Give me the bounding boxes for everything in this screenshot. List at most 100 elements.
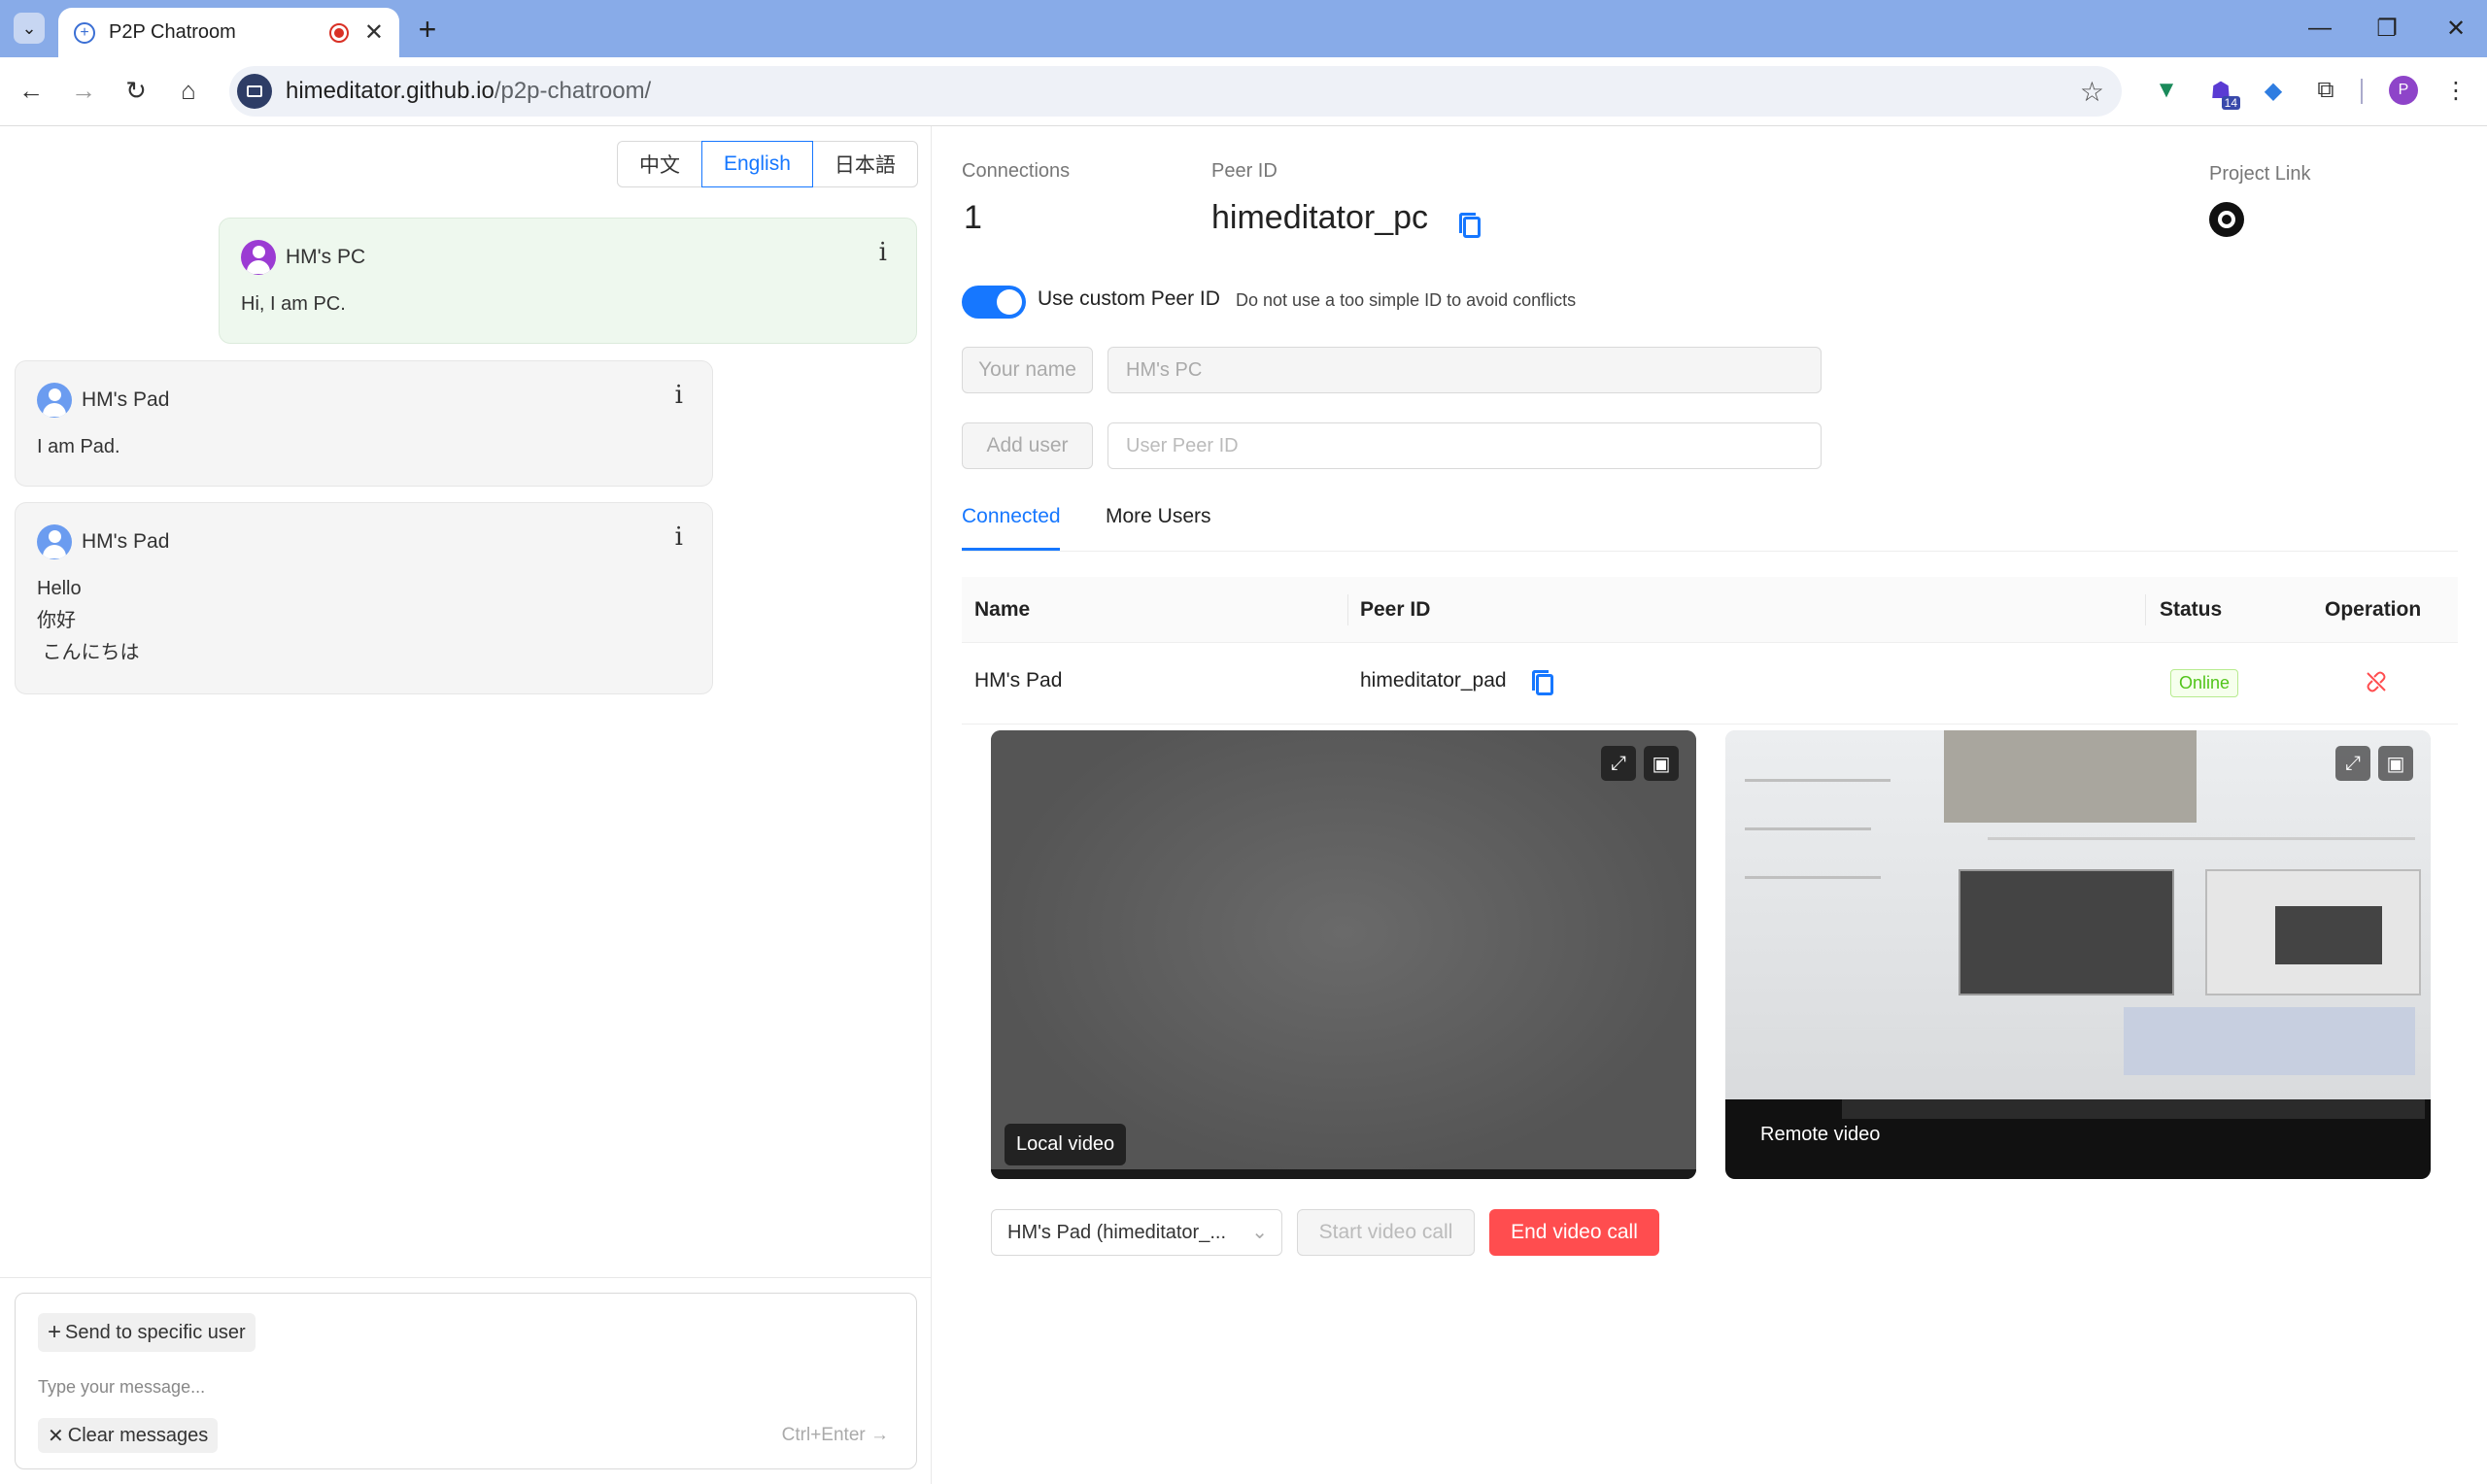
- close-tab-icon[interactable]: ✕: [364, 18, 384, 47]
- start-video-call-button[interactable]: Start video call: [1297, 1209, 1475, 1256]
- message-sender: HM's PC: [286, 246, 366, 268]
- recording-icon: [328, 22, 349, 43]
- message-info-icon[interactable]: i: [675, 523, 683, 552]
- send-shortcut-label: Ctrl+Enter: [781, 1425, 866, 1445]
- name-input[interactable]: HM's PC: [1107, 347, 1822, 393]
- forward-button[interactable]: →: [64, 71, 103, 110]
- layers-extension-icon[interactable]: ◆: [2254, 71, 2293, 110]
- restore-button[interactable]: ❐: [2368, 12, 2406, 45]
- disconnect-icon[interactable]: [2366, 671, 2387, 692]
- message-info-icon[interactable]: i: [879, 238, 887, 267]
- reload-button[interactable]: ↻: [117, 71, 155, 110]
- table-header: Name Peer ID Status Operation: [962, 577, 2458, 643]
- connections-label: Connections: [962, 160, 1071, 182]
- user-peer-id-input[interactable]: User Peer ID: [1107, 422, 1822, 469]
- user-avatar-icon: [37, 383, 72, 418]
- github-icon[interactable]: [2209, 202, 2244, 237]
- table-row: HM's Pad himeditator_pad Online: [962, 643, 2458, 725]
- clear-messages-button[interactable]: ✕ Clear messages: [38, 1418, 219, 1453]
- browser-tab[interactable]: + P2P Chatroom ✕: [58, 8, 399, 57]
- url-path: /p2p-chatroom/: [494, 78, 652, 104]
- address-bar[interactable]: himeditator.github.io/p2p-chatroom/ ☆: [229, 66, 2122, 117]
- tab-search-button[interactable]: ⌄: [14, 13, 45, 44]
- message-line: こんにちは: [37, 642, 140, 663]
- extensions-puzzle-icon[interactable]: ⧉: [2306, 71, 2345, 110]
- snapshot-image-icon[interactable]: ▣: [2378, 746, 2413, 781]
- tab-connected[interactable]: Connected: [962, 505, 1061, 528]
- arrow-right-icon: →: [870, 1425, 889, 1445]
- lang-en-button[interactable]: English: [701, 141, 813, 187]
- your-name-button[interactable]: Your name: [962, 347, 1093, 393]
- tab-more-users[interactable]: More Users: [1106, 505, 1211, 528]
- composer-divider: [0, 1277, 932, 1278]
- column-header-status: Status: [2160, 598, 2223, 621]
- chat-message: HM's Pad i I am Pad.: [15, 360, 713, 487]
- copy-icon[interactable]: [1459, 213, 1481, 238]
- message-info-icon[interactable]: i: [675, 381, 683, 410]
- lang-ja-button[interactable]: 日本語: [811, 141, 918, 187]
- column-header-name: Name: [974, 598, 1031, 621]
- profile-avatar[interactable]: P: [2384, 71, 2423, 110]
- profile-initial: P: [2389, 76, 2418, 105]
- video-peer-select[interactable]: HM's Pad (himeditator_... ⌄: [991, 1209, 1282, 1256]
- user-avatar-icon: [37, 524, 72, 559]
- peer-id-value: himeditator_pc: [1211, 199, 1429, 236]
- toolbar-divider: [2361, 79, 2363, 104]
- row-name: HM's Pad: [974, 669, 1063, 691]
- fullscreen-icon[interactable]: ⤢: [1601, 746, 1636, 781]
- message-text: Hi, I am PC.: [241, 293, 346, 315]
- clear-messages-label: Clear messages: [67, 1424, 209, 1446]
- home-icon[interactable]: ⌂: [169, 71, 208, 110]
- column-separator: [1347, 594, 1348, 625]
- toggle-hint: Do not use a too simple ID to avoid conf…: [1236, 290, 1577, 310]
- local-video: ⤢ ▣ Local video: [991, 730, 1696, 1179]
- browser-tab-strip: ⌄ + P2P Chatroom ✕ + — ❐ ✕: [0, 0, 2487, 57]
- fullscreen-icon[interactable]: ⤢: [2335, 746, 2370, 781]
- extension-icon[interactable]: ☗ 14: [2201, 71, 2240, 110]
- close-icon: ✕: [48, 1425, 64, 1447]
- menu-kebab-icon[interactable]: ⋮: [2436, 71, 2475, 110]
- send-to-specific-user-button[interactable]: + Send to specific user: [38, 1313, 256, 1352]
- toggle-label: Use custom Peer ID: [1038, 287, 1220, 310]
- message-composer: + Send to specific user Type your message…: [15, 1293, 917, 1469]
- message-sender: HM's Pad: [82, 530, 170, 553]
- send-specific-label: Send to specific user: [65, 1321, 246, 1343]
- lang-zh-button[interactable]: 中文: [617, 141, 702, 187]
- copy-icon[interactable]: [1532, 670, 1553, 695]
- close-window-button[interactable]: ✕: [2436, 12, 2475, 45]
- language-switcher: 中文 English 日本語: [617, 141, 918, 187]
- tab-title: P2P Chatroom: [109, 21, 236, 43]
- minimize-button[interactable]: —: [2300, 12, 2339, 45]
- site-favicon-icon: +: [74, 21, 95, 44]
- column-separator: [2145, 594, 2146, 625]
- chevron-down-icon: ⌄: [1251, 1222, 1268, 1243]
- site-info-icon[interactable]: [237, 74, 272, 109]
- add-user-button[interactable]: Add user: [962, 422, 1093, 469]
- user-avatar-icon: [241, 240, 276, 275]
- send-hint[interactable]: Ctrl+Enter →: [782, 1425, 889, 1446]
- message-input[interactable]: Type your message...: [38, 1377, 205, 1398]
- bookmark-star-icon[interactable]: ☆: [2080, 76, 2104, 108]
- message-text: I am Pad.: [37, 436, 120, 457]
- message-line: Hello: [37, 578, 82, 599]
- vue-devtools-icon[interactable]: ▼: [2147, 71, 2186, 110]
- active-tab-indicator: [962, 548, 1060, 551]
- url-host: himeditator.github.io: [286, 78, 494, 104]
- snapshot-image-icon[interactable]: ▣: [1644, 746, 1679, 781]
- custom-peer-id-toggle[interactable]: [962, 286, 1026, 319]
- remote-video-label: Remote video: [1760, 1124, 1881, 1145]
- chat-message: HM's PC i Hi, I am PC.: [219, 218, 917, 344]
- column-header-peer-id: Peer ID: [1360, 598, 1431, 621]
- column-header-operation: Operation: [2325, 598, 2422, 621]
- new-tab-button[interactable]: +: [408, 10, 447, 49]
- browser-toolbar: ← → ↻ ⌂ himeditator.github.io/p2p-chatro…: [0, 57, 2487, 126]
- connections-count: 1: [964, 199, 982, 236]
- status-badge: Online: [2170, 669, 2239, 697]
- end-video-call-button[interactable]: End video call: [1489, 1209, 1659, 1256]
- chat-panel: 中文 English 日本語 HM's PC i Hi, I am PC. HM…: [0, 126, 932, 1484]
- chevron-down-icon: ⌄: [21, 17, 37, 38]
- back-button[interactable]: ←: [12, 71, 51, 110]
- peer-id-label: Peer ID: [1211, 160, 1278, 182]
- remote-video: ⤢ ▣ Remote video: [1725, 730, 2431, 1179]
- row-peer-id: himeditator_pad: [1360, 669, 1507, 691]
